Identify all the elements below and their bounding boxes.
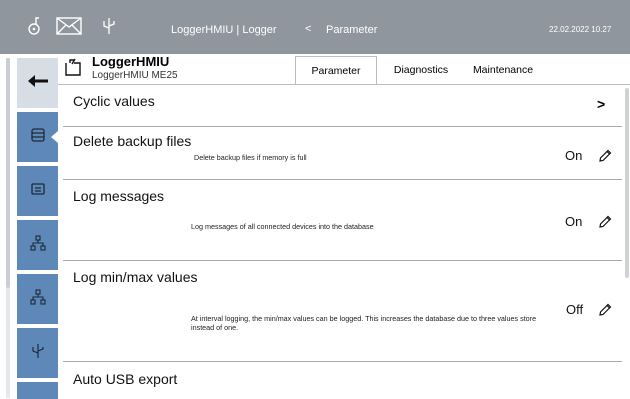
datetime: 22.02.2022 10.27 <box>549 25 612 34</box>
back-button[interactable] <box>17 58 58 108</box>
row-auto-usb-export: Auto USB export <box>63 362 622 396</box>
device-name: LoggerHMIU <box>92 54 170 69</box>
row-label: Auto USB export <box>73 371 178 387</box>
tab-diagnostics[interactable]: Diagnostics <box>381 56 461 84</box>
row-label: Delete backup files <box>73 133 192 149</box>
sidebar-item-database[interactable] <box>17 112 58 162</box>
device-icon <box>64 58 82 76</box>
sidebar-item-more[interactable] <box>17 382 58 399</box>
network-icon <box>29 288 46 310</box>
row-description: Log messages of all connected devices in… <box>191 222 374 231</box>
pencil-icon[interactable] <box>597 148 613 164</box>
row-value: Off <box>566 302 584 317</box>
chevron-right-icon[interactable]: > <box>597 96 605 112</box>
user-key-icon[interactable] <box>20 11 50 41</box>
arrow-left-icon <box>27 74 49 93</box>
content-scrollbar[interactable] <box>625 88 629 278</box>
sidebar <box>0 54 58 399</box>
row-log-messages: Log messages Log messages of all connect… <box>63 180 622 259</box>
tab-parameter[interactable]: Parameter <box>295 56 377 84</box>
sidebar-scrollbar[interactable] <box>6 58 10 288</box>
breadcrumb-back-button[interactable]: < <box>305 23 311 35</box>
pencil-icon[interactable] <box>597 214 613 230</box>
usb-icon[interactable] <box>94 11 124 41</box>
pencil-icon[interactable] <box>597 302 613 318</box>
row-log-min-max-values: Log min/max values At interval logging, … <box>63 261 622 361</box>
sidebar-item-network-2[interactable] <box>17 274 58 324</box>
row-description: At interval logging, the min/max values … <box>191 314 537 332</box>
device-model: LoggerHMIU ME25 <box>92 70 178 81</box>
usb-icon <box>31 343 45 364</box>
row-value: On <box>565 148 583 163</box>
sidebar-item-network[interactable] <box>17 220 58 270</box>
message-icon[interactable] <box>54 11 84 41</box>
database-icon <box>30 127 46 148</box>
app-title: LoggerHMIU | Logger <box>171 24 277 36</box>
tab-maintenance[interactable]: Maintenance <box>463 56 543 84</box>
row-label: Log min/max values <box>73 269 198 285</box>
breadcrumb[interactable]: Parameter <box>326 24 377 36</box>
row-label: Cyclic values <box>73 93 155 109</box>
row-value: On <box>565 214 583 229</box>
row-label: Log messages <box>73 188 165 204</box>
display-icon <box>30 181 46 202</box>
top-bar: LoggerHMIU | Logger < Parameter 22.02.20… <box>0 0 630 54</box>
sidebar-item-display[interactable] <box>17 166 58 216</box>
row-delete-backup-files: Delete backup files Delete backup files … <box>63 127 622 178</box>
network-icon <box>29 234 46 256</box>
row-description: Delete backup files if memory is full <box>194 153 307 162</box>
sidebar-item-usb[interactable] <box>17 328 58 378</box>
row-cyclic-values[interactable]: Cyclic values > <box>63 85 622 125</box>
